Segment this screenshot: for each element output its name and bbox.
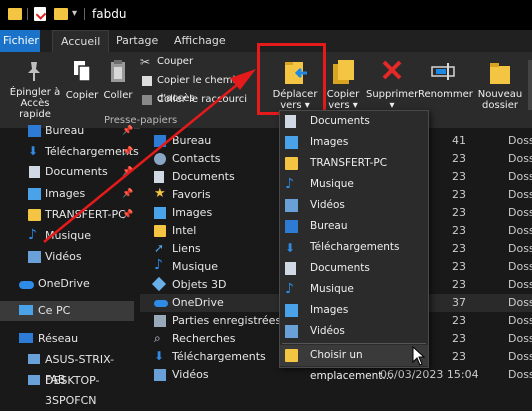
desktop-icon (285, 220, 298, 233)
dropdown-separator (282, 343, 426, 344)
pictures-icon (285, 304, 298, 317)
music-icon: ♪ (285, 176, 294, 192)
dropdown-item-bureau[interactable]: Bureau (280, 216, 428, 237)
download-icon: ⬇ (285, 241, 296, 255)
dropdown-item-documents-2[interactable]: Documents (280, 258, 428, 279)
dropdown-item-transfert-pc[interactable]: TRANSFERT-PC (280, 153, 428, 174)
music-icon: ♪ (285, 281, 294, 297)
dropdown-item-videos[interactable]: Vidéos (280, 195, 428, 216)
dropdown-item-telechargements[interactable]: ⬇ Téléchargements (280, 237, 428, 258)
highlight-box (257, 43, 326, 115)
videos-icon (285, 325, 298, 338)
mouse-cursor-icon (412, 346, 426, 366)
folder-icon (285, 157, 298, 170)
dropdown-item-musique-2[interactable]: ♪ Musique (280, 279, 428, 300)
dropdown-item-choose-location[interactable]: Choisir un emplacement... (280, 345, 428, 382)
folder-icon (285, 349, 298, 362)
move-to-dropdown: Documents Images TRANSFERT-PC ♪ Musique … (279, 110, 429, 382)
dropdown-item-musique[interactable]: ♪ Musique (280, 174, 428, 195)
dropdown-item-documents[interactable]: Documents (280, 111, 428, 132)
dropdown-item-images[interactable]: Images (280, 132, 428, 153)
documents-icon (285, 115, 296, 128)
documents-icon (285, 262, 296, 275)
pictures-icon (285, 136, 298, 149)
dropdown-item-images-2[interactable]: Images (280, 300, 428, 321)
videos-icon (285, 199, 298, 212)
dropdown-item-videos-2[interactable]: Vidéos (280, 321, 428, 342)
